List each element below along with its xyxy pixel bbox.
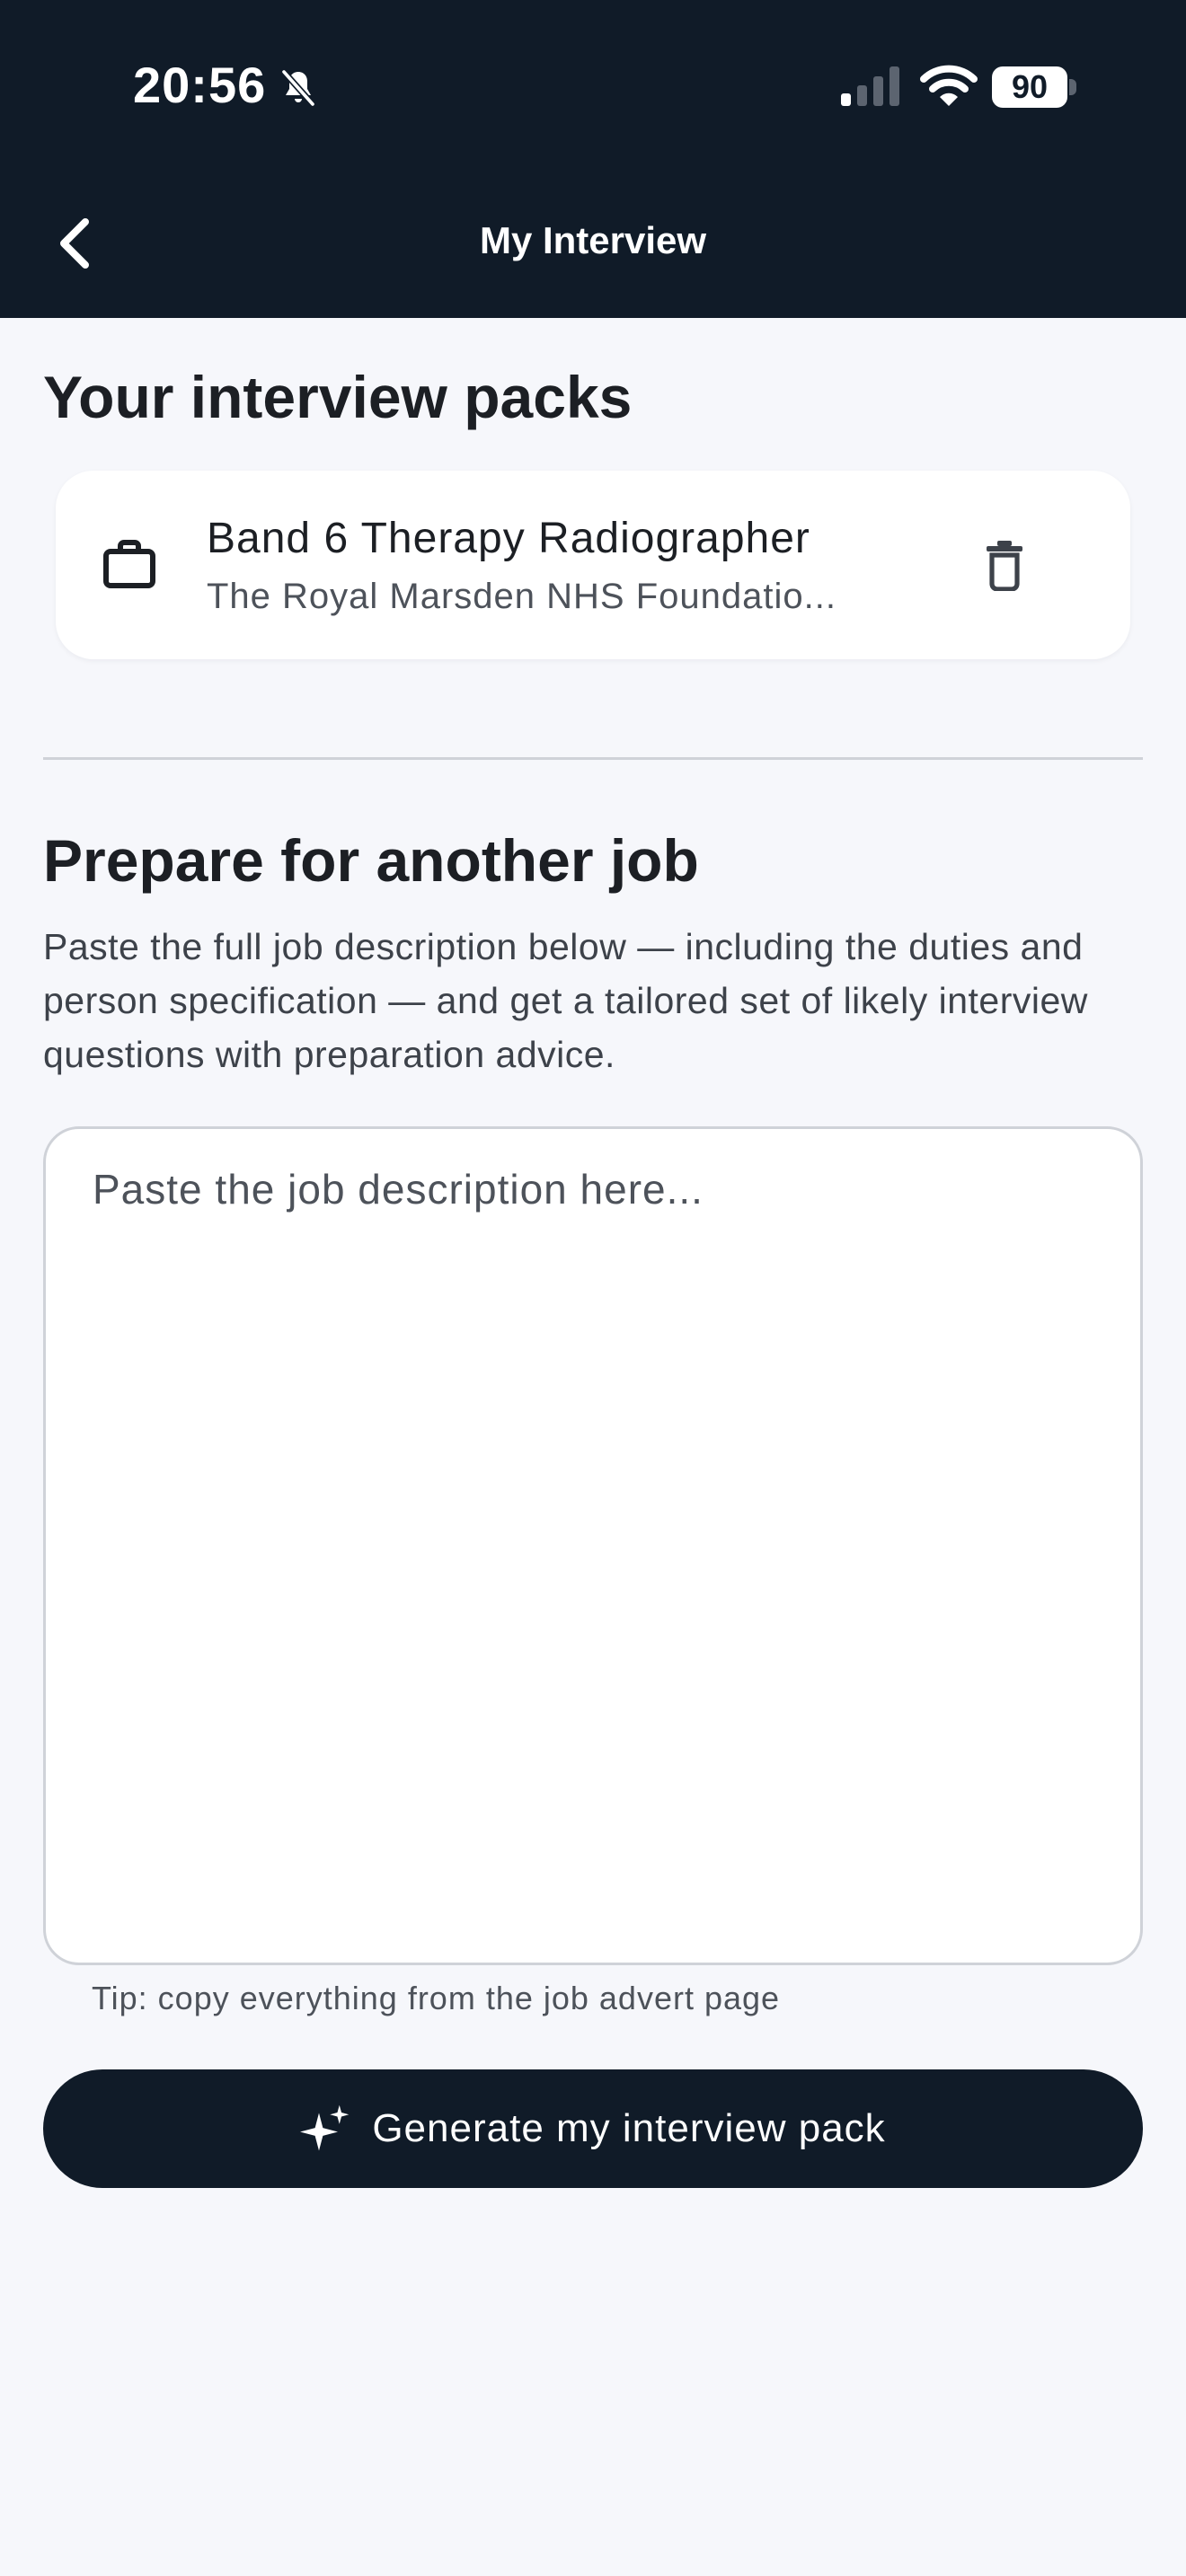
status-time: 20:56 <box>133 57 267 113</box>
pack-employer: The Royal Marsden NHS Foundatio... <box>207 577 836 616</box>
prepare-description: Paste the full job description below — i… <box>43 926 1088 1075</box>
cellular-signal-icon <box>841 66 899 106</box>
generate-pack-button[interactable]: Generate my interview pack <box>43 2069 1143 2188</box>
battery-cap <box>1069 79 1076 95</box>
packs-section-title: Your interview packs <box>43 364 633 430</box>
wifi-icon <box>920 65 978 106</box>
prepare-section-title: Prepare for another job <box>43 827 699 894</box>
battery-indicator: 90 <box>992 66 1076 108</box>
briefcase-icon <box>103 540 155 588</box>
generate-button-label: Generate my interview pack <box>372 2106 886 2150</box>
app-header: 20:56 90 My Interview <box>0 0 1186 318</box>
tip-text: Tip: copy everything from the job advert… <box>92 1980 781 2016</box>
sparkle-icon <box>300 2104 350 2151</box>
pack-title: Band 6 Therapy Radiographer <box>207 515 810 562</box>
bell-off-icon <box>280 68 316 108</box>
section-divider <box>43 757 1143 760</box>
trash-icon <box>987 541 1022 591</box>
battery-level: 90 <box>992 66 1067 108</box>
interview-pack-card[interactable]: Band 6 Therapy Radiographer The Royal Ma… <box>56 471 1130 659</box>
job-description-input[interactable] <box>43 1126 1143 1965</box>
delete-pack-button[interactable] <box>972 534 1037 598</box>
page-title: My Interview <box>479 219 707 261</box>
